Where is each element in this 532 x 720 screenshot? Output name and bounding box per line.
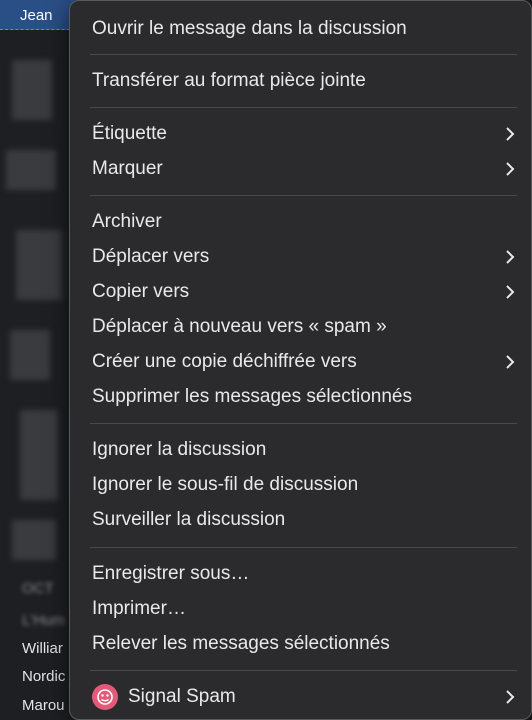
menu-item-label: Transférer au format pièce jointe (92, 70, 366, 91)
menu-item-open-in-thread[interactable]: Ouvrir le message dans la discussion (92, 13, 517, 45)
menu-item-label: Supprimer les messages sélectionnés (92, 386, 412, 407)
menu-item-print[interactable]: Imprimer… (92, 593, 517, 625)
menu-separator (90, 54, 517, 55)
menu-separator (90, 107, 517, 108)
blurred-row: L'Hum (22, 612, 65, 629)
sender-row[interactable]: Marou (22, 697, 65, 714)
chevron-right-icon (503, 250, 517, 264)
sender-row[interactable]: Williar (22, 640, 63, 657)
menu-item-move-to[interactable]: Déplacer vers (92, 241, 517, 273)
menu-item-label: Enregistrer sous… (92, 563, 250, 584)
menu-item-forward-as-attachment[interactable]: Transférer au format pièce jointe (92, 65, 517, 97)
menu-item-label: Ouvrir le message dans la discussion (92, 18, 407, 39)
menu-item-label: Marquer (92, 158, 163, 179)
menu-item-signal-spam[interactable]: Signal Spam (92, 681, 517, 713)
menu-item-ignore-subthread[interactable]: Ignorer le sous-fil de discussion (92, 469, 517, 501)
menu-separator (90, 547, 517, 548)
menu-item-label: Surveiller la discussion (92, 509, 286, 530)
menu-item-tag[interactable]: Étiquette (92, 118, 517, 150)
blurred-content (10, 330, 50, 380)
selected-sender: Jean (20, 7, 53, 24)
chevron-right-icon (503, 162, 517, 176)
menu-item-label: Étiquette (92, 123, 167, 144)
menu-item-label: Archiver (92, 211, 162, 232)
menu-item-mark[interactable]: Marquer (92, 153, 517, 185)
menu-item-label: Déplacer vers (92, 246, 210, 267)
menu-item-copy-to[interactable]: Copier vers (92, 276, 517, 308)
menu-item-label: Copier vers (92, 281, 190, 302)
chevron-right-icon (503, 285, 517, 299)
menu-item-label: Ignorer la discussion (92, 439, 267, 460)
menu-item-archive[interactable]: Archiver (92, 206, 517, 238)
menu-item-label: Relever les messages sélectionnés (92, 633, 390, 654)
signal-spam-icon (92, 684, 118, 710)
blurred-content (12, 520, 56, 560)
menu-separator (90, 195, 517, 196)
blurred-content (16, 230, 62, 300)
menu-item-create-decrypted-copy[interactable]: Créer une copie déchiffrée vers (92, 346, 517, 378)
blurred-content (6, 150, 56, 190)
menu-item-move-again-to-spam[interactable]: Déplacer à nouveau vers « spam » (92, 311, 517, 343)
blurred-content (12, 60, 52, 120)
menu-item-label: Ignorer le sous-fil de discussion (92, 474, 359, 495)
blurred-row: OCT (22, 580, 54, 597)
chevron-right-icon (503, 355, 517, 369)
menu-item-watch-thread[interactable]: Surveiller la discussion (92, 504, 517, 536)
menu-item-ignore-thread[interactable]: Ignorer la discussion (92, 434, 517, 466)
sender-row[interactable]: Nordic (22, 668, 65, 685)
menu-separator (90, 670, 517, 671)
menu-item-label: Imprimer… (92, 598, 186, 619)
menu-separator (90, 423, 517, 424)
menu-item-label: Créer une copie déchiffrée vers (92, 351, 357, 372)
context-menu: Ouvrir le message dans la discussion Tra… (69, 0, 532, 720)
menu-item-label: Signal Spam (128, 686, 236, 707)
menu-item-get-selected-messages[interactable]: Relever les messages sélectionnés (92, 628, 517, 660)
message-list: Jean OCT L'Hum Williar Nordic Marou (0, 0, 80, 720)
menu-item-label: Déplacer à nouveau vers « spam » (92, 316, 387, 337)
selected-message-row[interactable]: Jean (0, 0, 80, 30)
menu-item-save-as[interactable]: Enregistrer sous… (92, 558, 517, 590)
menu-item-delete-selected[interactable]: Supprimer les messages sélectionnés (92, 381, 517, 413)
chevron-right-icon (503, 690, 517, 704)
blurred-content (20, 410, 58, 500)
chevron-right-icon (503, 127, 517, 141)
